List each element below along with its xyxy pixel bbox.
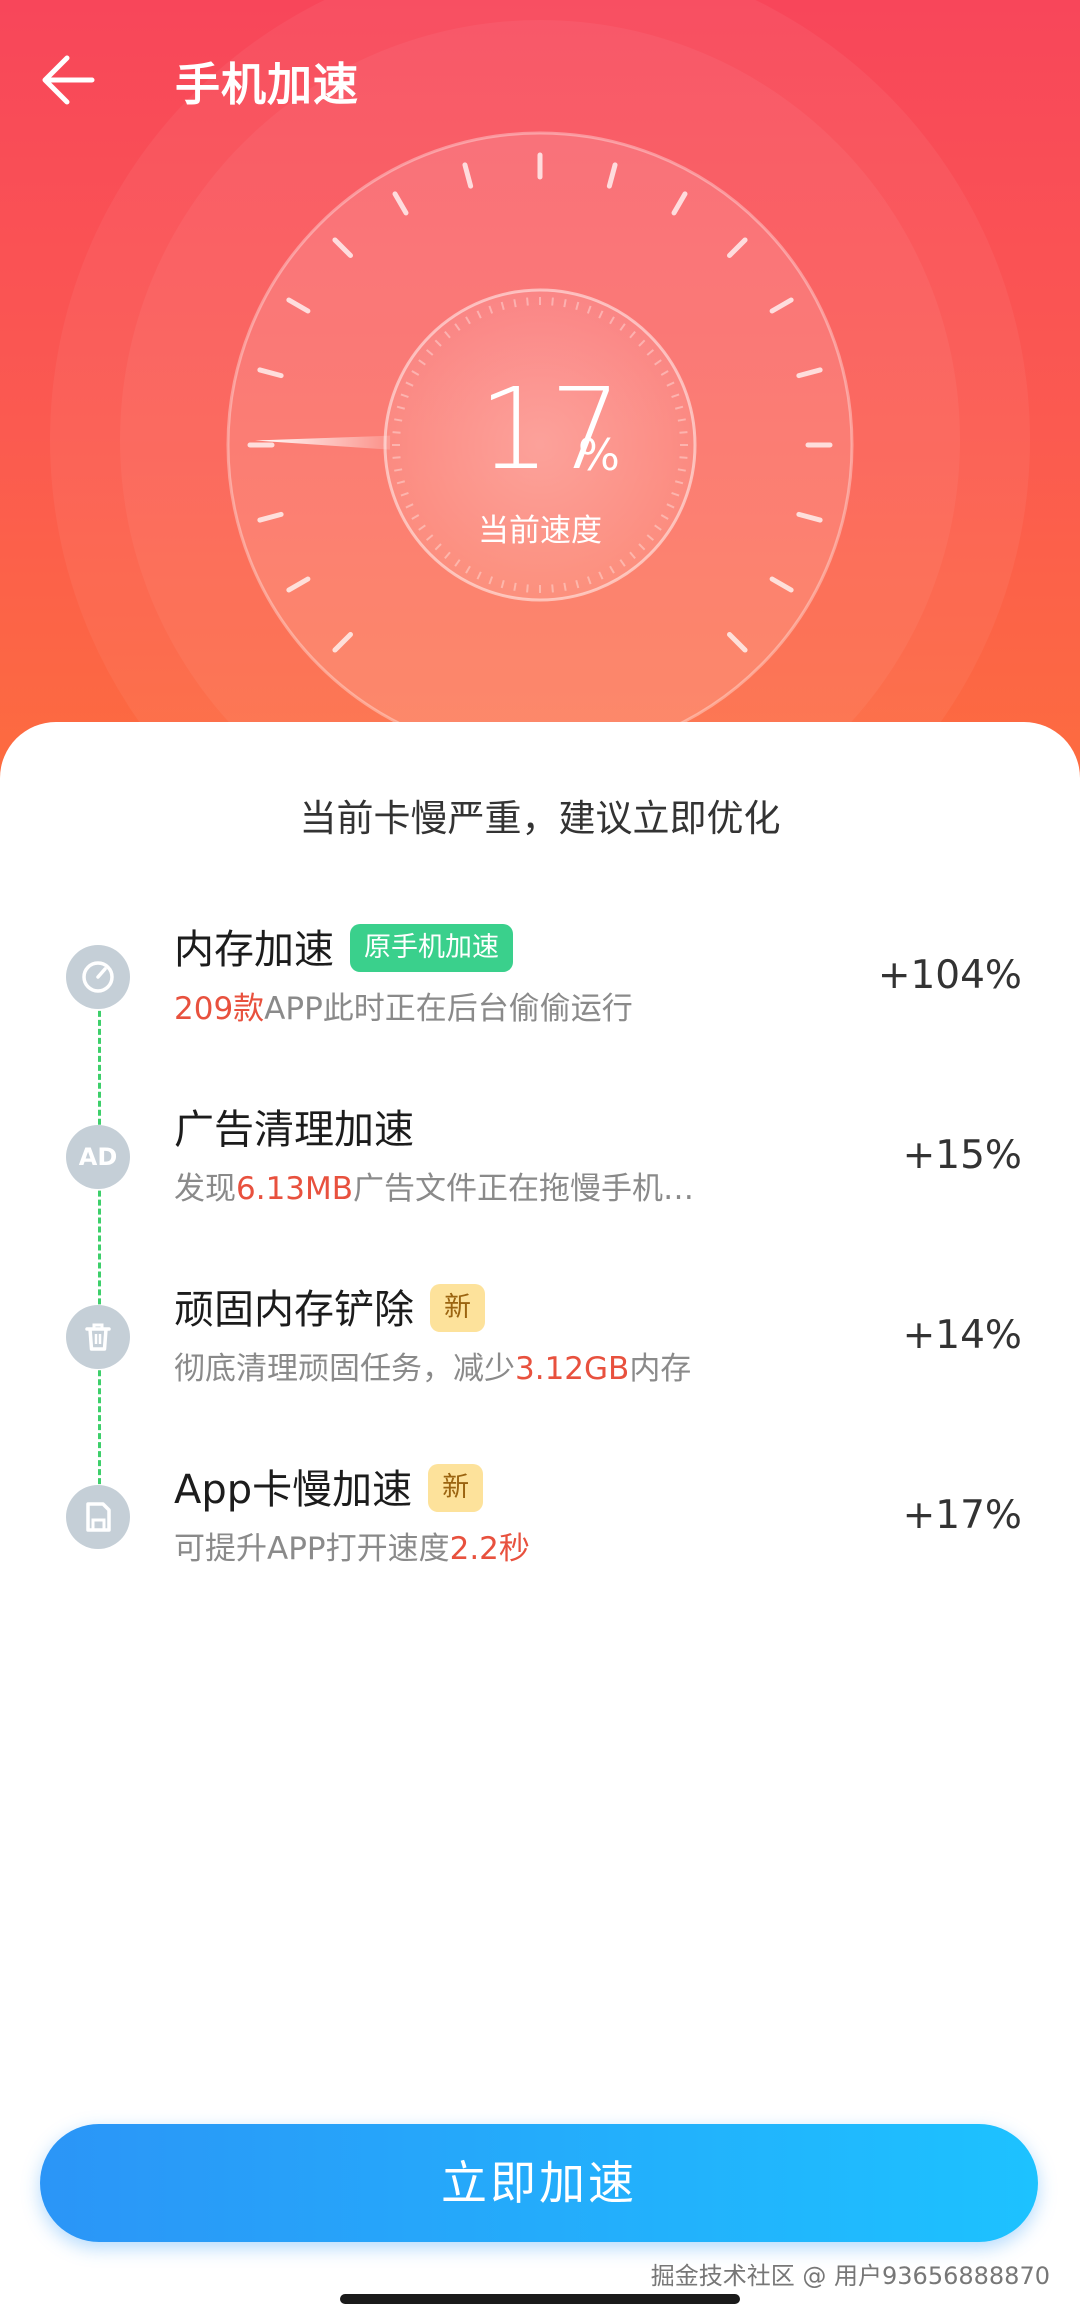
list-item-memory-boost[interactable]: 内存加速 原手机加速 209款APP此时正在后台偷偷运行 +104% [0,905,1080,1045]
back-arrow-icon [42,55,95,105]
list-item-app-speedup[interactable]: App卡慢加速新 可提升APP打开速度2.2秒 +17% [0,1445,1080,1585]
gauge-fine-tick [677,468,686,472]
item-title-text: 广告清理加速 [174,1107,414,1153]
desc-prefix: 可提升APP打开速度 [174,1531,450,1567]
gain-percent: +15% [902,1133,1022,1178]
gauge-fine-tick [551,297,554,306]
item-title: 顽固内存铲除新 [174,1277,485,1336]
gauge-fine-tick [513,299,517,308]
new-badge: 新 [430,1284,485,1332]
gauge-fine-tick [679,456,688,459]
back-button[interactable] [30,40,110,120]
gauge-fine-tick [526,584,529,593]
speed-label: 当前速度 [478,513,602,549]
desc-text: 广告文件正在拖慢手机… [353,1171,695,1207]
highlight-time: 2.2秒 [449,1531,530,1567]
item-description: 发现6.13MB广告文件正在拖慢手机… [174,1163,694,1208]
item-title: 内存加速 原手机加速 [174,917,513,976]
desc-text: 内存 [629,1351,692,1387]
watermark: 掘金技术社区 @ 用户93656888870 [650,2262,1050,2290]
desc-prefix: 彻底清理顽固任务，减少 [174,1351,515,1387]
speedometer-icon [66,945,130,1009]
gain-percent: +104% [877,953,1022,998]
gauge-fine-tick [392,431,401,434]
desc-text: APP此时正在后台偷偷运行 [264,991,633,1027]
list-item-ad-cleanup[interactable]: AD 广告清理加速 发现6.13MB广告文件正在拖慢手机… +15% [0,1085,1080,1225]
item-description: 可提升APP打开速度2.2秒 [174,1523,530,1568]
boost-now-button[interactable]: 立即加速 [40,2124,1038,2242]
item-title: 广告清理加速 [174,1097,414,1155]
gauge-fine-tick [394,468,403,472]
list-item-stubborn-memory[interactable]: 顽固内存铲除新 彻底清理顽固任务，减少3.12GB内存 +14% [0,1265,1080,1405]
ad-icon: AD [66,1125,130,1189]
item-title: App卡慢加速新 [174,1457,484,1516]
gauge-fine-tick [526,297,529,306]
gauge-fine-tick [563,299,567,308]
desc-prefix: 发现 [174,1171,236,1207]
highlight-count: 209款 [174,991,265,1027]
new-badge: 新 [428,1464,484,1512]
app-file-icon [66,1485,130,1549]
timeline-connector [98,975,101,1520]
page-title: 手机加速 [175,58,360,111]
speed-header: 手机加速 17 % 当前速度 [0,0,1080,780]
gauge-fine-tick [551,584,554,593]
home-indicator [340,2294,740,2304]
gauge-fine-tick [394,418,403,422]
status-message: 当前卡慢严重，建议立即优化 [299,797,781,840]
item-title-text: App卡慢加速 [174,1467,413,1513]
original-boost-badge: 原手机加速 [350,924,513,972]
highlight-size: 3.12GB [515,1351,630,1387]
gauge-fine-tick [677,418,686,422]
highlight-size: 6.13MB [236,1171,354,1207]
gain-percent: +17% [902,1493,1022,1538]
gauge-fine-tick [392,456,401,459]
gauge-fine-tick [513,582,517,591]
gauge-fine-tick [563,582,567,591]
speed-unit: % [578,430,620,481]
gain-percent: +14% [902,1313,1022,1358]
item-title-text: 顽固内存铲除 [174,1287,414,1333]
trash-icon [66,1305,130,1369]
item-description: 209款APP此时正在后台偷偷运行 [174,983,633,1028]
item-description: 彻底清理顽固任务，减少3.12GB内存 [174,1343,691,1388]
gauge-fine-tick [679,431,688,434]
item-title-text: 内存加速 [174,927,334,973]
